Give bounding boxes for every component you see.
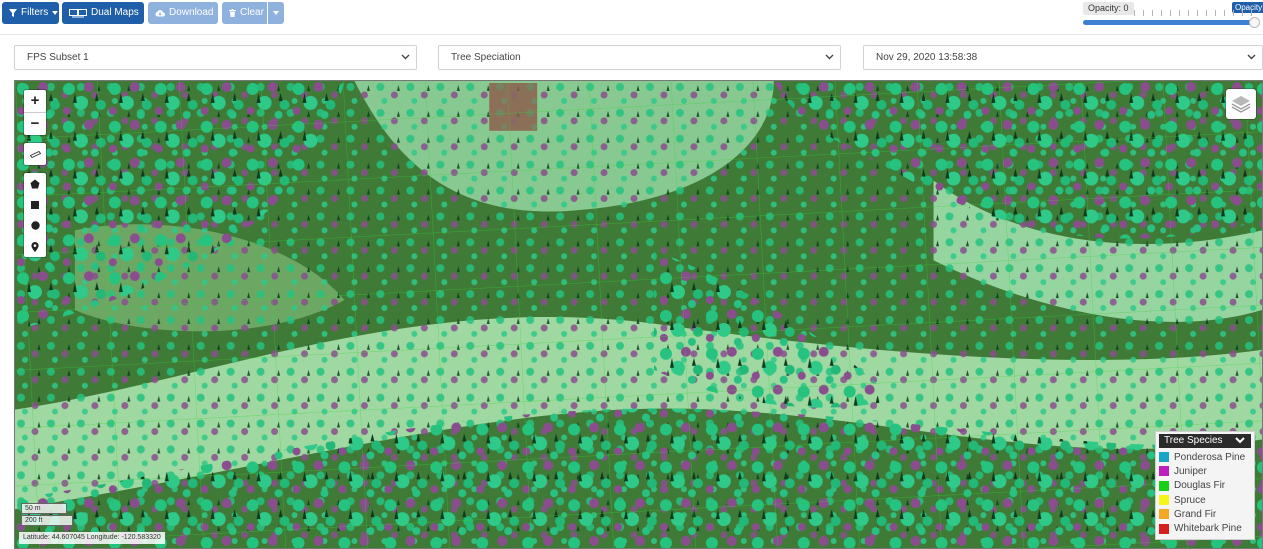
legend-item: Spruce: [1159, 493, 1251, 507]
filter-icon: [9, 9, 17, 17]
legend-title: Tree Species: [1164, 435, 1223, 446]
download-label: Download: [169, 7, 214, 18]
opacity-slider-track[interactable]: [1083, 20, 1255, 25]
dual-maps-button[interactable]: Dual Maps: [62, 2, 144, 24]
legend-item: Ponderosa Pine: [1159, 450, 1251, 464]
map-view[interactable]: + − 50 m 200 ft Latitude: 44.607045 Long…: [14, 80, 1263, 549]
chevron-down-icon: [825, 54, 834, 60]
opacity-slider-handle[interactable]: [1249, 17, 1260, 28]
analysis-select[interactable]: Tree Speciation: [438, 45, 841, 70]
layers-icon: [1231, 96, 1251, 113]
polygon-icon: [30, 179, 40, 188]
legend-item-label: Whitebark Pine: [1174, 523, 1242, 535]
measure-button[interactable]: [24, 143, 46, 165]
zoom-in-button[interactable]: +: [24, 90, 46, 112]
opacity-slider-ticks: [1134, 10, 1254, 16]
caret-down-icon: [273, 11, 279, 15]
legend-item: Grand Fir: [1159, 507, 1251, 521]
legend-swatch: [1159, 523, 1169, 534]
legend-item-label: Douglas Fir: [1174, 480, 1226, 492]
trash-icon: [229, 9, 236, 17]
zoom-out-button[interactable]: −: [24, 112, 46, 135]
scale-bar-imperial: 200 ft: [21, 515, 73, 526]
caret-down-icon: [52, 11, 59, 15]
legend-swatch: [1159, 509, 1169, 520]
filters-label: Filters: [21, 7, 49, 18]
toolbar: Filters Dual Maps Download Clear Opacity…: [0, 0, 1263, 35]
legend-item-label: Ponderosa Pine: [1174, 451, 1246, 463]
draw-marker-button[interactable]: [24, 236, 46, 257]
scale-bar-metric: 50 m: [21, 503, 67, 514]
legend-swatch: [1159, 466, 1169, 477]
draw-toolbar: [24, 173, 46, 257]
analysis-select-value: Tree Speciation: [451, 52, 521, 63]
circle-icon: [30, 221, 40, 230]
chevron-down-icon: [401, 54, 410, 60]
legend-swatch: [1159, 480, 1169, 491]
legend-item: Douglas Fir: [1159, 479, 1251, 493]
opacity-min-label: Opacity: 0: [1083, 2, 1134, 15]
tree-species-legend: Tree Species Ponderosa Pine Juniper Doug…: [1155, 431, 1255, 540]
cloud-download-icon: [155, 10, 165, 17]
legend-item-label: Juniper: [1174, 465, 1207, 477]
ruler-icon: [29, 150, 41, 158]
coordinates-readout: Latitude: 44.607045 Longitude: -120.5833…: [19, 532, 165, 544]
draw-circle-button[interactable]: [24, 215, 46, 236]
clear-label: Clear: [240, 7, 264, 18]
chevron-down-icon: [1235, 437, 1245, 444]
draw-rectangle-button[interactable]: [24, 194, 46, 215]
clear-options-toggle[interactable]: [268, 2, 284, 24]
dual-maps-label: Dual Maps: [91, 7, 139, 18]
layers-button[interactable]: [1226, 89, 1256, 119]
legend-item-label: Spruce: [1174, 494, 1206, 506]
subset-select[interactable]: FPS Subset 1: [14, 45, 417, 70]
marker-icon: [31, 241, 39, 252]
legend-swatch: [1159, 495, 1169, 506]
download-button[interactable]: Download: [148, 2, 218, 24]
aerial-imagery[interactable]: [15, 81, 1262, 548]
chevron-down-icon: [1247, 54, 1256, 60]
zoom-control: + −: [24, 90, 46, 135]
square-icon: [31, 200, 39, 209]
legend-item-label: Grand Fir: [1174, 508, 1217, 520]
date-select[interactable]: Nov 29, 2020 13:58:38: [863, 45, 1263, 70]
legend-item: Juniper: [1159, 464, 1251, 478]
legend-header[interactable]: Tree Species: [1159, 434, 1251, 448]
filters-button[interactable]: Filters: [2, 2, 59, 24]
legend-item: Whitebark Pine: [1159, 521, 1251, 535]
draw-polygon-button[interactable]: [24, 173, 46, 194]
subset-select-value: FPS Subset 1: [27, 52, 89, 63]
clear-button[interactable]: Clear: [222, 2, 267, 24]
legend-swatch: [1159, 452, 1169, 463]
monitor-icon: [69, 8, 87, 17]
date-select-value: Nov 29, 2020 13:58:38: [876, 52, 978, 63]
